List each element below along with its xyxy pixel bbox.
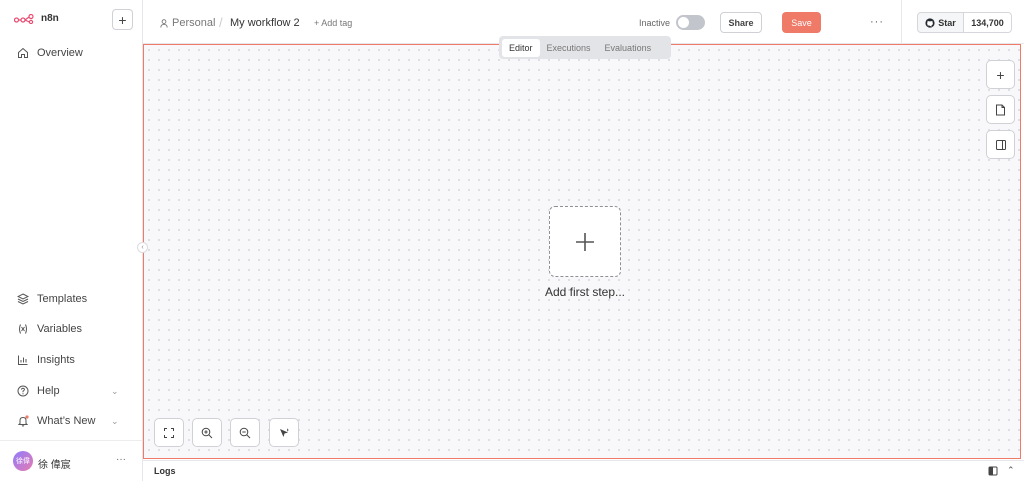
chevron-up-icon[interactable]: ⌃ <box>1007 465 1015 476</box>
new-button[interactable]: + <box>112 9 133 30</box>
sidebar-item-label: Variables <box>37 323 83 335</box>
share-button[interactable]: Share <box>720 12 762 33</box>
brand-logo[interactable]: n8n <box>14 13 59 24</box>
templates-icon <box>17 293 29 305</box>
sidebar-item-whats-new[interactable]: What’s New <box>17 415 95 427</box>
add-node-button[interactable]: + <box>986 60 1015 89</box>
tab-editor[interactable]: Editor <box>502 38 540 57</box>
divider <box>0 440 143 441</box>
breadcrumb-separator: / <box>219 15 223 30</box>
logs-panel-icon[interactable] <box>988 466 998 478</box>
active-toggle[interactable] <box>676 15 705 30</box>
owner-label: Personal <box>172 17 216 29</box>
chevron-down-icon[interactable]: ⌄ <box>111 416 119 427</box>
collapse-sidebar-icon[interactable]: ‹ <box>137 242 148 253</box>
tab-executions[interactable]: Executions <box>540 39 598 57</box>
github-star-label: Star <box>938 17 956 28</box>
sidebar-item-help[interactable]: Help <box>17 385 60 397</box>
workflow-canvas[interactable]: Editor Executions Evaluations + Add firs… <box>143 36 1021 459</box>
sidebar: n8n + Overview Templates Variables Insig… <box>0 0 143 481</box>
breadcrumb-owner[interactable]: Personal <box>160 17 215 29</box>
side-panel-icon <box>995 139 1006 150</box>
add-sticky-button[interactable] <box>986 95 1015 124</box>
insights-icon <box>18 355 28 365</box>
sticky-note-icon <box>996 104 1005 115</box>
logs-bar[interactable]: Logs ⌃ <box>143 460 1024 481</box>
sidebar-item-label: Overview <box>37 47 83 59</box>
user-icon <box>160 18 168 28</box>
panel-icon <box>988 466 998 476</box>
add-first-step-button[interactable] <box>549 206 621 277</box>
add-first-step-label: Add first step... <box>544 285 626 299</box>
plus-icon: + <box>996 66 1005 83</box>
n8n-logo-icon <box>14 13 34 24</box>
sidebar-item-label: Insights <box>37 354 75 366</box>
github-badge: Star 134,700 <box>901 0 1024 44</box>
github-star-count[interactable]: 134,700 <box>964 12 1012 33</box>
help-icon <box>17 385 29 397</box>
more-options-button[interactable]: ··· <box>870 16 884 28</box>
ai-cursor-button[interactable] <box>269 418 299 447</box>
sidebar-item-label: Templates <box>37 293 88 305</box>
ai-cursor-icon <box>280 427 289 437</box>
save-button[interactable]: Save <box>782 12 821 33</box>
fit-view-button[interactable] <box>154 418 184 447</box>
zoom-out-button[interactable] <box>230 418 260 447</box>
plus-icon <box>576 232 594 251</box>
chevron-down-icon[interactable]: ⌄ <box>111 386 119 397</box>
logs-label: Logs <box>154 466 176 476</box>
home-icon <box>18 47 28 58</box>
sidebar-item-templates[interactable]: Templates <box>17 293 87 305</box>
user-name: 徐 偉宸 <box>38 460 71 471</box>
view-tabs: Editor Executions Evaluations <box>499 36 671 59</box>
zoom-in-button[interactable] <box>192 418 222 447</box>
status-label: Inactive <box>639 18 671 28</box>
avatar[interactable]: 徐偉 <box>13 451 33 471</box>
user-menu-icon[interactable]: ··· <box>116 454 126 465</box>
fit-view-icon <box>164 427 174 438</box>
workflow-name[interactable]: My workflow 2 <box>230 17 300 29</box>
sidebar-item-insights[interactable]: Insights <box>17 354 75 366</box>
brand-name: n8n <box>41 13 59 24</box>
plus-icon: + <box>118 11 127 28</box>
sidebar-item-variables[interactable]: Variables <box>17 323 82 335</box>
bell-icon <box>17 415 29 427</box>
github-star-button[interactable]: Star <box>917 12 964 33</box>
github-icon <box>925 17 935 28</box>
zoom-out-icon <box>239 427 251 438</box>
toggle-panel-button[interactable] <box>986 130 1015 159</box>
sidebar-item-label: Help <box>37 385 60 397</box>
toggle-knob <box>678 17 689 28</box>
add-tag-button[interactable]: + Add tag <box>314 18 352 28</box>
zoom-in-icon <box>201 427 213 438</box>
sidebar-item-label: What’s New <box>37 415 96 427</box>
variables-icon <box>19 324 27 334</box>
tab-evaluations[interactable]: Evaluations <box>598 39 659 57</box>
sidebar-item-overview[interactable]: Overview <box>17 47 83 59</box>
